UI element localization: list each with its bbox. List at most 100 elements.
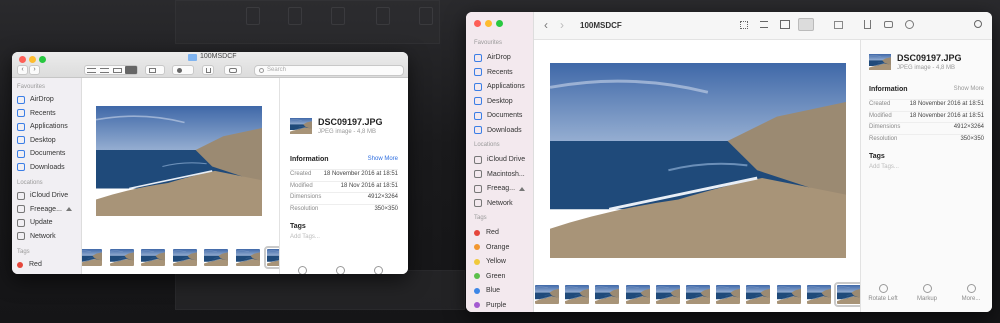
sidebar-tag-green[interactable]: Green [474, 271, 505, 282]
share-button[interactable] [202, 65, 214, 75]
photo-thumbnail[interactable] [776, 285, 801, 304]
more-actions-icon[interactable] [905, 20, 914, 29]
close-button[interactable] [474, 20, 481, 27]
tag-icon[interactable] [884, 21, 893, 28]
tag-button[interactable] [224, 65, 242, 75]
photo-thumbnail[interactable] [625, 285, 650, 304]
gallery-view-icon[interactable] [798, 18, 814, 31]
search-icon[interactable] [974, 20, 982, 28]
sidebar-tag-red[interactable]: Red [474, 227, 499, 238]
sidebar-item-downloads[interactable]: Downloads [17, 162, 65, 173]
photo-thumbnail[interactable] [204, 249, 228, 266]
sidebar-item-location[interactable]: iCloud Drive [474, 154, 525, 165]
disk-icon [474, 184, 482, 193]
icon-view-icon[interactable] [87, 68, 96, 73]
sidebar-item-applications[interactable]: Applications [474, 81, 525, 92]
list-view-icon[interactable] [760, 21, 768, 28]
photo-thumbnail[interactable] [235, 249, 260, 266]
photo-thumbnail[interactable] [746, 285, 771, 304]
photo-thumbnail[interactable] [595, 285, 620, 304]
rotate-left-button[interactable]: Rotate Left [863, 284, 903, 302]
show-more-link[interactable]: Show More [368, 156, 398, 162]
inspector-pane: DSC09197.JPG JPEG image - 4,8 MB Informati… [279, 78, 408, 274]
show-more-link[interactable]: Show More [954, 86, 984, 92]
share-icon[interactable] [864, 20, 871, 29]
markup-button[interactable]: Markup [907, 284, 947, 302]
beach-photo [535, 285, 559, 304]
photo-thumbnail[interactable] [686, 285, 710, 304]
minimize-button[interactable] [485, 20, 492, 27]
column-view-icon[interactable] [113, 68, 122, 73]
group-icon[interactable] [834, 21, 843, 29]
sidebar-tag-yellow[interactable]: Yellow [474, 256, 506, 267]
sidebar-tag-orange[interactable]: Orange [17, 273, 52, 275]
sidebar-item-location[interactable]: Network [474, 198, 513, 209]
sidebar-item-airdrop[interactable]: AirDrop [474, 52, 511, 63]
photo-thumbnail[interactable] [535, 285, 559, 304]
search-placeholder[interactable]: Search [267, 67, 286, 73]
sidebar-item-location[interactable]: Network [17, 231, 56, 242]
more-button[interactable]: More... [951, 284, 991, 302]
info-row: Modified 18 November 2016 at 18:51 [869, 110, 984, 119]
photo-thumbnail[interactable] [172, 249, 197, 266]
sidebar-item-location[interactable]: Update [17, 217, 53, 228]
forward-button[interactable]: › [29, 65, 40, 75]
sidebar-item-location[interactable]: Macintosh... [474, 169, 525, 180]
sidebar-tag-blue[interactable]: Blue [474, 285, 500, 296]
photo-thumbnail[interactable] [655, 285, 680, 304]
beach-photo [172, 249, 197, 266]
minimize-button[interactable] [29, 56, 36, 63]
sidebar-tag-label: Blue [486, 287, 501, 294]
sidebar-item-desktop[interactable]: Desktop [17, 135, 56, 146]
markup-button[interactable]: Markup [320, 266, 360, 274]
sidebar-item-documents[interactable]: Documents [474, 110, 522, 121]
sidebar-tag-purple[interactable]: Purple [474, 300, 506, 311]
window-title: 100MSDCF [200, 53, 237, 60]
gallery-view-icon[interactable] [125, 66, 137, 74]
sidebar-item-location[interactable]: Freeag... [474, 183, 526, 194]
photo-thumbnail[interactable] [141, 249, 165, 266]
more-button[interactable]: More... [358, 266, 398, 274]
sidebar-item-location[interactable]: Freeage... [17, 204, 72, 215]
sidebar-item-recents[interactable]: Recents [474, 67, 513, 78]
column-view-icon[interactable] [780, 20, 790, 29]
forward-button[interactable]: › [560, 18, 564, 32]
view-mode-switcher[interactable] [84, 65, 138, 75]
back-button[interactable]: ‹ [17, 65, 28, 75]
action-button[interactable] [172, 65, 194, 75]
photo-thumbnail[interactable] [806, 285, 831, 304]
close-button[interactable] [19, 56, 26, 63]
rotate-left-icon [297, 266, 307, 274]
list-view-icon[interactable] [100, 68, 109, 73]
sidebar-header-locations: Locations [474, 142, 500, 148]
sidebar-tag-orange[interactable]: Orange [474, 242, 509, 253]
sidebar-tag-red[interactable]: Red [17, 259, 42, 270]
back-button[interactable]: ‹ [544, 18, 548, 32]
photo-thumbnail[interactable] [565, 285, 590, 304]
zoom-button[interactable] [39, 56, 46, 63]
group-button[interactable] [145, 65, 165, 75]
tag-color-dot [474, 244, 480, 250]
info-value: 18 November 2016 at 18:51 [909, 101, 984, 107]
add-tags-field[interactable]: Add Tags... [869, 164, 899, 170]
sidebar-item-downloads[interactable]: Downloads [474, 125, 522, 136]
eject-icon[interactable] [65, 207, 72, 211]
sidebar-item-recents[interactable]: Recents [17, 108, 56, 119]
photo-thumbnail[interactable] [264, 246, 279, 269]
zoom-button[interactable] [496, 20, 503, 27]
sidebar-item-desktop[interactable]: Desktop [474, 96, 513, 107]
eject-icon[interactable] [519, 186, 526, 191]
sidebar-item-applications[interactable]: Applications [17, 121, 68, 132]
photo-thumbnail[interactable] [82, 249, 102, 266]
search-box[interactable]: Search [254, 65, 404, 76]
add-tags-field[interactable]: Add Tags... [290, 234, 320, 240]
photo-thumbnail[interactable] [716, 285, 741, 304]
photo-thumbnail[interactable] [109, 249, 134, 266]
beach-photo [235, 249, 260, 266]
sidebar-item-airdrop[interactable]: AirDrop [17, 94, 54, 105]
icon-view-icon[interactable] [740, 21, 748, 29]
photo-thumbnail[interactable] [834, 282, 860, 307]
sidebar-item-location[interactable]: iCloud Drive [17, 190, 68, 201]
rotate-left-button[interactable]: Rotate Left [282, 266, 322, 274]
sidebar-item-documents[interactable]: Documents [17, 148, 65, 159]
